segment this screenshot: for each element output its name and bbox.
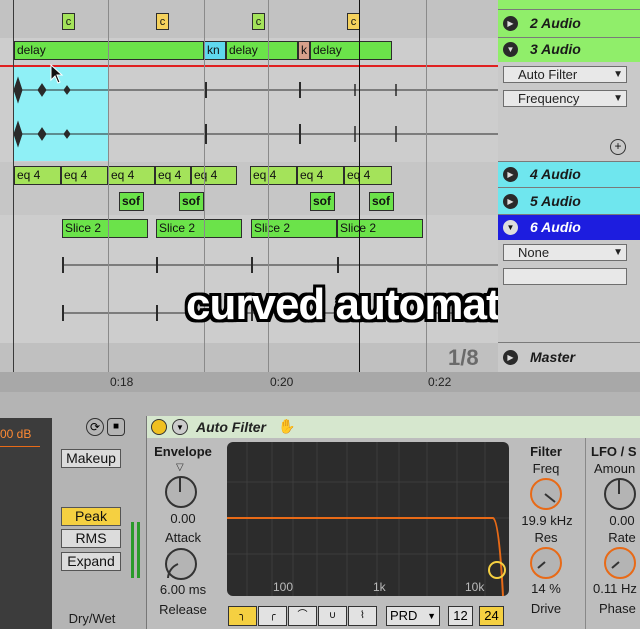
dropdown-arrow-icon: ▼ [613, 69, 623, 80]
fold-arrow-icon[interactable]: ▶ [503, 167, 518, 182]
device-chooser[interactable]: Auto Filter ▼ [503, 66, 627, 83]
clip-c[interactable]: c [156, 13, 169, 30]
clip-delay[interactable]: delay [226, 41, 298, 60]
clip-slice-2[interactable]: Slice 2 [62, 219, 148, 238]
clip-eq4[interactable]: eq 4 [61, 166, 108, 185]
clip-eq4[interactable]: eq 4 [250, 166, 297, 185]
parameter-chooser[interactable]: Frequency ▼ [503, 90, 627, 107]
clip-eq4[interactable]: eq 4 [344, 166, 392, 185]
clip-delay[interactable]: delay [310, 41, 392, 60]
arrangement-view[interactable]: c c c c delay kn delay k delay eq 4 eq 4… [0, 0, 564, 372]
input-chooser-value: None [518, 245, 550, 260]
fold-arrow-icon[interactable]: ▶ [503, 350, 518, 365]
clip-slice-2[interactable]: Slice 2 [251, 219, 337, 238]
track-name[interactable]: 3 Audio [530, 41, 581, 57]
bandpass-shape-button[interactable]: ⌒ [288, 606, 317, 626]
clip-eq4[interactable]: eq 4 [108, 166, 155, 185]
track-name[interactable]: 5 Audio [530, 193, 581, 209]
device-chooser-value: Auto Filter [518, 67, 578, 82]
grid-line [13, 0, 14, 372]
lowpass-shape-button[interactable]: ╮ [228, 606, 257, 626]
fold-arrow-icon[interactable]: ▼ [503, 220, 518, 235]
clip-c[interactable]: c [62, 13, 75, 30]
clip-delay[interactable]: delay [14, 41, 204, 60]
notch-shape-button[interactable]: ∪ [318, 606, 347, 626]
input-chooser[interactable]: None ▼ [503, 244, 627, 261]
track-name[interactable]: Master [530, 349, 575, 365]
clip-eq4[interactable]: eq 4 [297, 166, 344, 185]
time-marker: 0:20 [270, 375, 294, 389]
dropdown-arrow-icon: ▼ [613, 93, 623, 104]
lane-track-2[interactable]: c c c c [0, 0, 498, 39]
clip-eq4[interactable]: eq 4 [155, 166, 191, 185]
clip-slice-2[interactable]: Slice 2 [337, 219, 423, 238]
track-header-1[interactable] [498, 0, 640, 10]
fold-arrow-icon[interactable]: ▶ [503, 194, 518, 209]
morph-shape-button[interactable]: ⌇ [348, 606, 377, 626]
clip-slice-2[interactable]: Slice 2 [156, 219, 242, 238]
track-header-6[interactable]: ▼ 6 Audio None ▼ [498, 215, 640, 343]
clip-sof[interactable]: sof [310, 192, 335, 211]
input-channel-chooser[interactable] [503, 268, 627, 285]
parameter-chooser-value: Frequency [518, 91, 580, 106]
device-view: 00 dB ⟳ ■ Makeup Peak RMS Expand Dry/Wet… [0, 392, 640, 629]
clip-k[interactable]: k [298, 41, 310, 60]
fold-arrow-icon[interactable]: ▶ [503, 16, 518, 31]
clip-eq4[interactable]: eq 4 [14, 166, 61, 185]
track-name[interactable]: 4 Audio [530, 166, 581, 182]
grid-line [108, 0, 109, 372]
circuit-type-dropdown[interactable]: PRD ▼ [386, 606, 440, 626]
dropdown-arrow-icon: ▼ [613, 247, 623, 258]
clip-c[interactable]: c [252, 13, 265, 30]
track-header-4[interactable]: ▶ 4 Audio [498, 162, 640, 188]
time-marker: 0:22 [428, 375, 452, 389]
track-header-2[interactable]: ▶ 2 Audio [498, 10, 640, 38]
fold-arrow-icon[interactable]: ▼ [503, 42, 518, 57]
highpass-shape-button[interactable]: ╭ [258, 606, 287, 626]
circuit-type-value: PRD [390, 608, 418, 623]
clip-sof[interactable]: sof [119, 192, 144, 211]
knob-indicators [167, 478, 620, 579]
track-name[interactable]: 6 Audio [530, 219, 581, 235]
lane-track-3[interactable]: delay kn delay k delay [0, 38, 498, 163]
time-marker: 0:18 [110, 375, 134, 389]
slope-24-button[interactable]: 24 [479, 606, 504, 626]
clip-eq4[interactable]: eq 4 [191, 166, 237, 185]
mouse-cursor-icon [50, 64, 64, 84]
waveform-display [13, 76, 498, 148]
clip-sof[interactable]: sof [369, 192, 394, 211]
clip-sof[interactable]: sof [179, 192, 204, 211]
zoom-indicator: 1/8 [448, 345, 479, 370]
track-header-5[interactable]: ▶ 5 Audio [498, 188, 640, 215]
slope-12-button[interactable]: 12 [448, 606, 473, 626]
add-automation-icon[interactable]: + [610, 139, 626, 155]
track-name[interactable]: 2 Audio [530, 15, 581, 31]
time-ruler[interactable]: 0:18 0:20 0:22 [0, 372, 640, 392]
track-header-3[interactable]: ▼ 3 Audio Auto Filter ▼ Frequency ▼ + [498, 38, 640, 162]
track-header-master[interactable]: ▶ Master [498, 343, 640, 372]
lane-track-4[interactable]: eq 4 eq 4 eq 4 eq 4 eq 4 eq 4 eq 4 eq 4 [0, 162, 498, 189]
lane-master[interactable]: 1/8 [0, 343, 498, 372]
clip-kn[interactable]: kn [204, 41, 226, 60]
lane-track-5[interactable]: sof sof sof sof [0, 188, 498, 216]
dropdown-arrow-icon: ▼ [427, 611, 436, 621]
